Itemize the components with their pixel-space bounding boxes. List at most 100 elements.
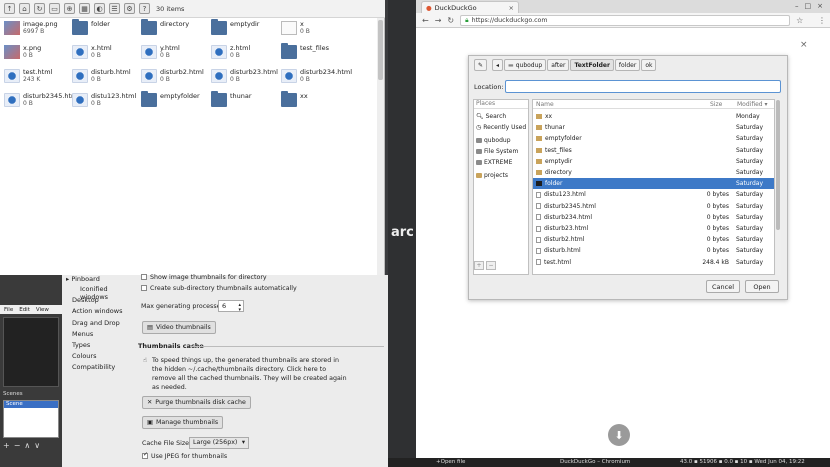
home-icon[interactable]: ⌂	[19, 3, 30, 14]
path-back-icon[interactable]: ◂	[492, 59, 504, 71]
create-sub-option[interactable]: Create sub-directory thumbnails automati…	[141, 285, 297, 292]
close-window-icon[interactable]: ×	[817, 2, 823, 10]
file-item[interactable]: x.png 0 B	[4, 44, 74, 66]
menu-edit[interactable]: Edit	[19, 307, 30, 313]
zoom-icon[interactable]: ⊕	[64, 3, 75, 14]
file-item[interactable]: disturb.html 0 B	[72, 68, 142, 90]
table-row[interactable]: disturb.html 0 bytes Saturday	[533, 245, 774, 256]
file-list-scroll-thumb[interactable]	[776, 100, 780, 230]
show-thumbnails-option[interactable]: Show image thumbnails for directory	[141, 274, 267, 281]
nav-drag-and-drop[interactable]: Drag and Drop	[72, 319, 120, 327]
place-extreme[interactable]: EXTREME	[476, 159, 512, 166]
file-item[interactable]: y.html 0 B	[141, 44, 211, 66]
scroll-down-icon[interactable]: ⬇	[608, 424, 630, 446]
use-jpeg-option[interactable]: Use JPEG for thumbnails	[142, 451, 227, 460]
column-name[interactable]: Name	[536, 101, 554, 108]
file-item[interactable]: test.html 243 K	[4, 68, 74, 90]
file-item[interactable]: image.png 6997 B	[4, 20, 74, 42]
open-button[interactable]: Open	[745, 280, 779, 293]
place-qubodup[interactable]: qubodup	[476, 137, 511, 144]
place-search[interactable]: 🔍︎ Search	[476, 113, 506, 120]
nav-compatibility[interactable]: Compatibility	[72, 363, 115, 371]
resize-icon[interactable]: ▭	[49, 3, 60, 14]
nav-menus[interactable]: Menus	[72, 330, 93, 338]
file-item[interactable]: distu123.html 0 B	[72, 92, 142, 114]
show-thumbnails-checkbox[interactable]	[141, 274, 147, 280]
url-input[interactable]: 🔒︎ https://duckduckgo.com	[460, 14, 791, 26]
video-thumbnails-button[interactable]: ▤ Video thumbnails	[142, 321, 216, 334]
place-file-system[interactable]: File System	[476, 148, 518, 155]
back-icon[interactable]: ←	[422, 16, 429, 25]
refresh-icon[interactable]: ↻	[34, 3, 45, 14]
table-row[interactable]: directory Saturday	[533, 167, 774, 178]
add-scene-button[interactable]: +	[3, 441, 10, 450]
table-row[interactable]: test.html 248.4 kB Saturday	[533, 257, 774, 268]
move-up-button[interactable]: ∧	[24, 441, 30, 450]
scroll-thumb[interactable]	[378, 20, 383, 80]
path-after[interactable]: after	[547, 59, 570, 71]
edit-path-icon[interactable]: ✎	[474, 59, 488, 71]
options-icon[interactable]: ⚙	[124, 3, 135, 14]
maximize-icon[interactable]: □	[805, 2, 812, 10]
path-textfolder[interactable]: TextFolder	[570, 59, 614, 71]
file-item[interactable]: disturb234.html 0 B	[281, 68, 352, 90]
move-down-button[interactable]: ∨	[34, 441, 40, 450]
table-row[interactable]: emptydir Saturday	[533, 156, 774, 167]
hidden-icon[interactable]: ◐	[94, 3, 105, 14]
table-row[interactable]: emptyfolder Saturday	[533, 133, 774, 144]
nav-desktop[interactable]: Desktop	[72, 296, 99, 304]
table-row[interactable]: distu123.html 0 bytes Saturday	[533, 189, 774, 200]
file-item[interactable]: thunar	[211, 91, 281, 114]
nav-action-windows[interactable]: Action windows	[72, 307, 122, 315]
file-item[interactable]: disturb2.html 0 B	[141, 68, 211, 90]
file-item[interactable]: folder	[72, 19, 142, 42]
add-place-button[interactable]: +	[474, 261, 484, 270]
cancel-button[interactable]: Cancel	[706, 280, 740, 293]
path-ok[interactable]: ok	[641, 59, 657, 71]
file-item[interactable]: xx	[281, 91, 351, 114]
table-row[interactable]: disturb234.html 0 bytes Saturday	[533, 212, 774, 223]
help-icon[interactable]: ?	[139, 3, 150, 14]
max-processes-stepper[interactable]: 6 ▴ ▾	[218, 300, 244, 313]
file-item[interactable]: emptydir	[211, 19, 281, 42]
minimize-icon[interactable]: –	[795, 2, 799, 10]
table-row[interactable]: disturb23.html 0 bytes Saturday	[533, 223, 774, 234]
remove-place-button[interactable]: −	[486, 261, 496, 270]
table-row[interactable]: xx Monday	[533, 111, 774, 122]
reload-icon[interactable]: ↻	[447, 16, 454, 25]
select-icon[interactable]: ☰	[109, 3, 120, 14]
file-item[interactable]: x0 B	[281, 20, 351, 42]
taskbar-chromium[interactable]: DuckDuckGo – Chromium	[560, 459, 630, 465]
file-item[interactable]: disturb23.html 0 B	[211, 68, 281, 90]
forward-icon[interactable]: →	[435, 16, 442, 25]
place-recently-used[interactable]: ◷ Recently Used	[476, 124, 526, 131]
up-icon[interactable]: ↑	[4, 3, 15, 14]
file-item[interactable]: test_files	[281, 43, 351, 66]
scene-item[interactable]: Scene	[4, 401, 58, 408]
table-row[interactable]: folder Saturday	[533, 178, 774, 190]
close-icon[interactable]: ×	[800, 40, 808, 50]
table-row[interactable]: test_files Saturday	[533, 145, 774, 156]
tab-close-icon[interactable]: ×	[509, 4, 514, 12]
tab-duckduckgo[interactable]: ● DuckDuckGo ×	[421, 1, 519, 13]
taskbar-open-file[interactable]: +Open file	[436, 459, 465, 465]
nav-types[interactable]: Types	[72, 341, 90, 349]
file-item[interactable]: emptyfolder	[141, 91, 211, 114]
manage-thumbnails-button[interactable]: ▣ Manage thumbnails	[142, 416, 224, 429]
file-item[interactable]: disturb2345.html 0 B	[4, 92, 79, 114]
place-projects[interactable]: projects	[476, 172, 508, 179]
table-row[interactable]: disturb2.html 0 bytes Saturday	[533, 234, 774, 245]
remove-scene-button[interactable]: −	[14, 441, 21, 450]
create-sub-checkbox[interactable]	[141, 285, 147, 291]
nav-colours[interactable]: Colours	[72, 352, 96, 360]
table-row[interactable]: disturb2345.html 0 bytes Saturday	[533, 201, 774, 212]
bookmark-star-icon[interactable]: ☆	[796, 16, 803, 25]
use-jpeg-checkbox[interactable]	[142, 451, 148, 459]
nav-pinboard[interactable]: ▸ Pinboard	[66, 275, 100, 283]
path-qubodup[interactable]: ▬ qubodup	[504, 59, 547, 71]
path-folder[interactable]: folder	[614, 59, 641, 71]
menu-file[interactable]: File	[4, 307, 13, 313]
view-icon[interactable]: ▦	[79, 3, 90, 14]
menu-view[interactable]: View	[36, 307, 49, 313]
cache-size-select[interactable]: Large (256px) ▾	[189, 437, 249, 449]
